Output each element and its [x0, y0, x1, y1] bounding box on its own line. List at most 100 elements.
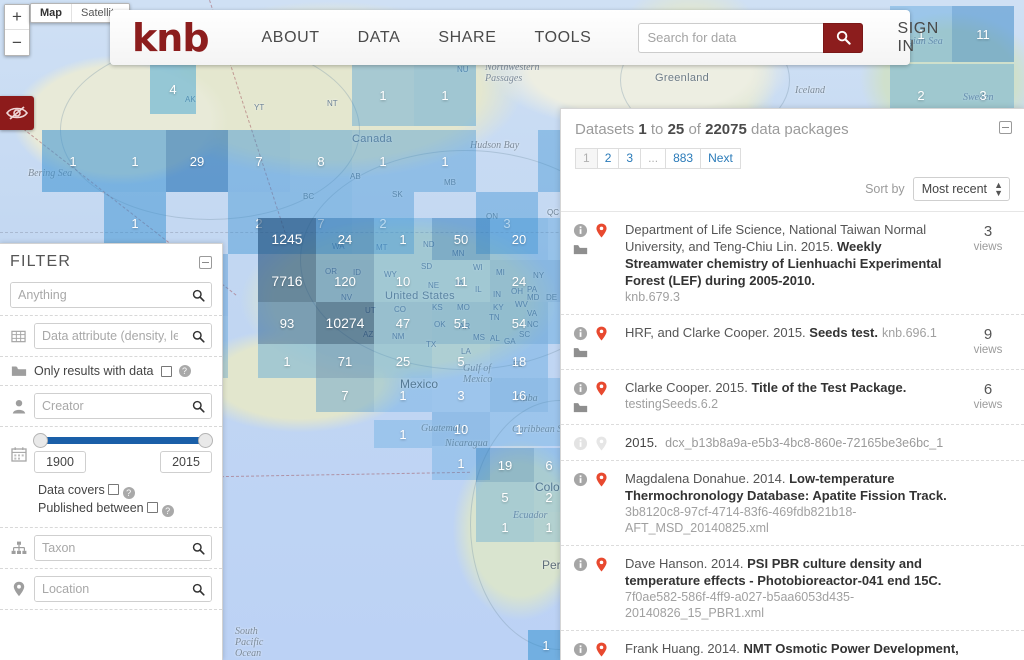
map-cluster-tile[interactable]: 1 — [374, 218, 432, 260]
map-cluster-tile[interactable]: 7 — [228, 130, 290, 192]
map-cluster-tile[interactable]: 24 — [316, 218, 374, 260]
knb-logo[interactable]: knb — [132, 19, 209, 57]
slider-handle-max[interactable] — [198, 433, 213, 448]
map-cluster-tile[interactable]: 1 — [490, 412, 548, 446]
result-citation: Magdalena Donahue. 2014. Low-temperature… — [625, 470, 960, 504]
map-cluster-tile[interactable]: 1 — [352, 130, 414, 192]
map-cluster-tile[interactable]: 54 — [490, 302, 548, 344]
year-min-input[interactable]: 1900 — [34, 451, 86, 473]
map-cluster-tile[interactable]: 47 — [374, 302, 432, 344]
result-item[interactable]: Frank Huang. 2014. NMT Osmotic Power Dev… — [561, 630, 1024, 660]
zoom-in-button[interactable]: + — [5, 5, 29, 30]
pagination-page-883[interactable]: 883 — [665, 148, 700, 169]
pagination-page-1[interactable]: 1 — [575, 148, 597, 169]
nav-tools[interactable]: TOOLS — [515, 21, 610, 55]
map-cluster-tile[interactable]: 16 — [490, 378, 548, 412]
pagination[interactable]: 123...883Next — [575, 148, 1010, 169]
published-between-checkbox[interactable] — [147, 502, 158, 513]
slider-handle-min[interactable] — [33, 433, 48, 448]
map-cluster-tile[interactable]: 3 — [432, 378, 490, 412]
map-cluster-tile[interactable]: 93 — [258, 302, 316, 344]
year-max-input[interactable]: 2015 — [160, 451, 212, 473]
map-cluster-tile[interactable]: 1 — [352, 64, 414, 126]
map-cluster-count: 1 — [399, 388, 406, 403]
result-item[interactable]: Clarke Cooper. 2015. Title of the Test P… — [561, 369, 1024, 424]
only-with-data-checkbox[interactable] — [161, 366, 172, 377]
map-cluster-tile[interactable]: 18 — [490, 344, 548, 378]
filter-location-input[interactable] — [35, 577, 185, 601]
map-cluster-tile[interactable]: 1 — [258, 344, 316, 378]
map-cluster-tile[interactable]: 20 — [490, 218, 548, 260]
search-button[interactable] — [823, 23, 863, 53]
filter-taxon-search-button[interactable] — [185, 536, 211, 560]
search-input[interactable] — [638, 23, 823, 53]
zoom-out-button[interactable]: − — [5, 30, 29, 55]
map-cluster-tile[interactable]: 1 — [414, 130, 476, 192]
result-item[interactable]: HRF, and Clarke Cooper. 2015. Seeds test… — [561, 314, 1024, 369]
map-cluster-tile[interactable]: 51 — [432, 302, 490, 344]
nav-data[interactable]: DATA — [339, 21, 420, 55]
result-citation: HRF, and Clarke Cooper. 2015. Seeds test… — [625, 324, 960, 341]
map-cluster-tile[interactable]: 1 — [528, 630, 564, 660]
help-icon[interactable]: ? — [123, 487, 135, 499]
slider-track[interactable] — [40, 437, 206, 444]
result-item[interactable]: Magdalena Donahue. 2014. Low-temperature… — [561, 460, 1024, 545]
map-cluster-tile[interactable]: 4 — [150, 64, 196, 114]
map-cluster-tile[interactable]: 1 — [414, 64, 476, 126]
filter-taxon-input[interactable] — [35, 536, 185, 560]
map-zoom-controls[interactable]: + − — [4, 4, 30, 56]
calendar-icon — [10, 446, 27, 462]
map-cluster-tile[interactable]: 24 — [490, 260, 548, 302]
result-item[interactable]: Dave Hanson. 2014. PSI PBR culture densi… — [561, 545, 1024, 630]
map-cluster-tile[interactable]: 50 — [432, 218, 490, 260]
result-item[interactable]: Department of Life Science, National Tai… — [561, 211, 1024, 314]
map-cluster-tile[interactable]: 11 — [952, 6, 1014, 62]
map-cluster-tile[interactable]: 10274 — [316, 302, 374, 344]
nav-about[interactable]: ABOUT — [243, 21, 339, 55]
filter-creator-input[interactable] — [35, 394, 185, 418]
sign-in-link[interactable]: SIGN IN — [897, 20, 939, 56]
map-cluster-tile[interactable]: 19 — [476, 448, 534, 482]
map-cluster-tile[interactable]: 71 — [316, 344, 374, 378]
result-title[interactable]: Seeds test. — [809, 325, 878, 340]
map-cluster-tile[interactable]: 11 — [432, 260, 490, 302]
map-cluster-tile[interactable]: 1 — [476, 512, 534, 542]
map-cluster-tile[interactable]: 1 — [374, 420, 432, 448]
pagination-page-3[interactable]: 3 — [618, 148, 640, 169]
filter-all-input[interactable] — [11, 283, 185, 307]
map-cluster-tile[interactable]: 8 — [290, 130, 352, 192]
map-cluster-tile[interactable]: 1 — [374, 378, 432, 412]
map-cluster-tile[interactable]: 7 — [316, 378, 374, 412]
sort-select[interactable]: Most recent ▲▼ — [913, 177, 1010, 201]
map-cluster-tile[interactable]: 5 — [432, 344, 490, 378]
filter-creator-search-button[interactable] — [185, 394, 211, 418]
pagination-page-2[interactable]: 2 — [597, 148, 619, 169]
map-cluster-tile[interactable]: 29 — [166, 130, 228, 192]
result-title[interactable]: Title of the Test Package. — [751, 380, 906, 395]
only-with-data-label: Only results with data — [34, 364, 154, 378]
map-eye-toggle-button[interactable] — [0, 96, 34, 130]
map-cluster-tile[interactable]: 7716 — [258, 260, 316, 302]
map-cluster-tile[interactable]: 1 — [42, 130, 104, 192]
results-collapse-button[interactable] — [999, 121, 1012, 134]
filter-attribute-search-button[interactable] — [185, 324, 211, 348]
filter-attribute-input[interactable] — [35, 324, 185, 348]
map-type-map[interactable]: Map — [31, 4, 71, 22]
filter-location-search-button[interactable] — [185, 577, 211, 601]
map-cluster-tile[interactable]: 1 — [104, 130, 166, 192]
map-cluster-tile[interactable]: 25 — [374, 344, 432, 378]
help-icon[interactable]: ? — [162, 505, 174, 517]
map-cluster-tile[interactable]: 5 — [476, 482, 534, 512]
map-cluster-tile[interactable]: 1245 — [258, 218, 316, 260]
map-cluster-tile[interactable]: 10 — [432, 412, 490, 446]
help-icon[interactable]: ? — [179, 365, 191, 377]
filter-all-search-button[interactable] — [185, 283, 211, 307]
map-cluster-tile[interactable]: 10 — [374, 260, 432, 302]
pagination-page-next[interactable]: Next — [700, 148, 741, 169]
map-cluster-tile[interactable]: 120 — [316, 260, 374, 302]
filter-collapse-button[interactable] — [199, 256, 212, 269]
year-range-slider[interactable]: 1900 2015 — [34, 434, 212, 473]
data-covers-checkbox[interactable] — [108, 484, 119, 495]
result-item[interactable]: 2015. dcx_b13b8a9a-e5b3-4bc8-860e-72165b… — [561, 424, 1024, 460]
nav-share[interactable]: SHARE — [419, 21, 515, 55]
